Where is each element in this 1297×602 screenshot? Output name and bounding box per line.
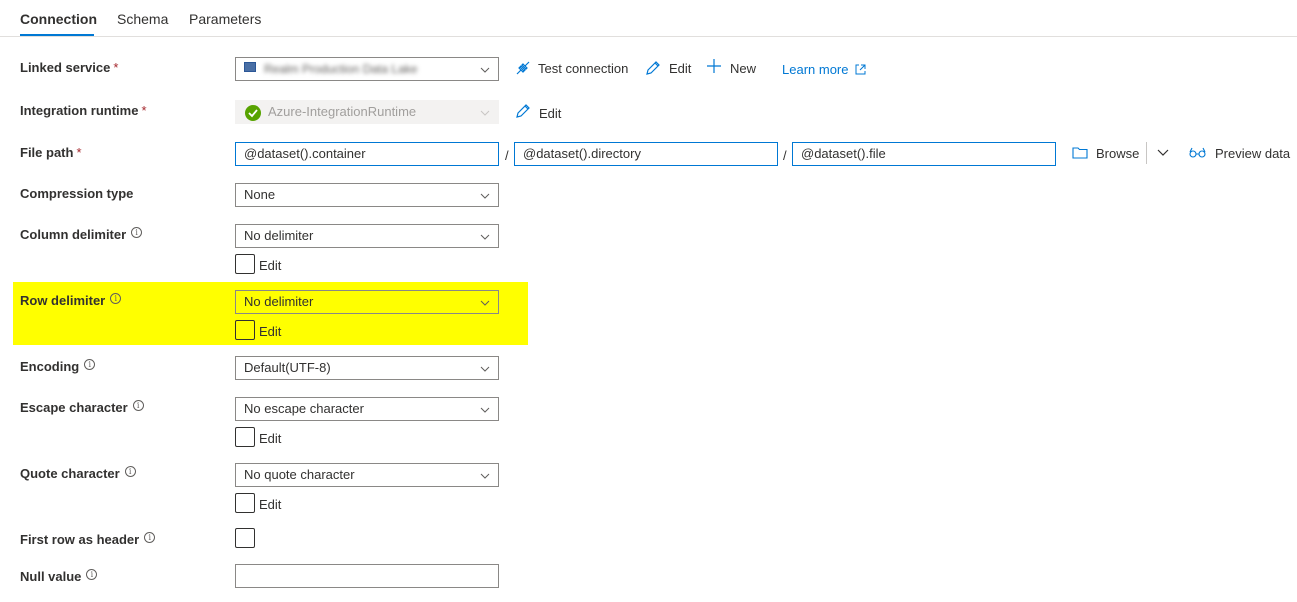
row-delimiter-edit-label: Edit bbox=[259, 324, 282, 339]
chevron-down-icon[interactable] bbox=[1157, 147, 1169, 159]
row-delimiter-edit-checkbox[interactable] bbox=[235, 320, 255, 340]
chevron-down-icon bbox=[480, 67, 490, 73]
check-circle-icon bbox=[245, 105, 261, 121]
learn-more-link[interactable]: Learn more bbox=[782, 62, 866, 77]
new-label: New bbox=[730, 61, 757, 76]
preview-data-button[interactable]: Preview data bbox=[1189, 146, 1290, 161]
folder-icon bbox=[1072, 147, 1088, 159]
info-icon[interactable]: i bbox=[132, 400, 144, 411]
file-path-file-input[interactable]: @dataset().file bbox=[792, 142, 1056, 166]
external-link-icon bbox=[855, 64, 866, 75]
edit-label: Edit bbox=[539, 106, 562, 121]
path-separator: / bbox=[783, 148, 787, 163]
browse-label: Browse bbox=[1096, 146, 1140, 161]
compression-type-select[interactable]: None bbox=[235, 183, 499, 207]
column-delimiter-edit-checkbox[interactable] bbox=[235, 254, 255, 274]
column-delimiter-label: Column delimiter i bbox=[20, 227, 143, 242]
tab-connection[interactable]: Connection bbox=[20, 11, 97, 27]
quote-character-edit-checkbox[interactable] bbox=[235, 493, 255, 513]
info-icon[interactable]: i bbox=[86, 569, 98, 580]
info-icon[interactable]: i bbox=[124, 466, 136, 477]
escape-character-edit-label: Edit bbox=[259, 431, 282, 446]
browse-divider bbox=[1146, 142, 1147, 164]
file-path-container-input[interactable]: @dataset().container bbox=[235, 142, 499, 166]
learn-more-label: Learn more bbox=[782, 62, 849, 77]
pencil-icon bbox=[516, 104, 530, 118]
plug-icon bbox=[516, 61, 530, 75]
quote-character-label: Quote character i bbox=[20, 466, 136, 481]
pencil-icon bbox=[646, 61, 660, 75]
escape-character-value: No escape character bbox=[244, 401, 364, 416]
encoding-select[interactable]: Default(UTF-8) bbox=[235, 356, 499, 380]
integration-runtime-select[interactable]: Azure-IntegrationRuntime bbox=[235, 100, 499, 124]
linked-service-select[interactable]: Realm Production Data Lake bbox=[235, 57, 499, 81]
new-linked-service-button[interactable]: New bbox=[707, 59, 757, 76]
chevron-down-icon bbox=[480, 234, 490, 240]
chevron-down-icon bbox=[480, 407, 490, 413]
encoding-value: Default(UTF-8) bbox=[244, 360, 331, 375]
info-icon[interactable]: i bbox=[144, 532, 156, 543]
datalake-icon bbox=[244, 62, 256, 72]
tab-parameters[interactable]: Parameters bbox=[189, 11, 261, 27]
chevron-down-icon bbox=[480, 110, 490, 116]
browse-button[interactable]: Browse bbox=[1072, 146, 1139, 161]
info-icon[interactable]: i bbox=[110, 293, 122, 304]
escape-character-label: Escape character i bbox=[20, 400, 144, 415]
compression-type-value: None bbox=[244, 187, 276, 202]
plus-icon bbox=[707, 59, 721, 73]
column-delimiter-edit-label: Edit bbox=[259, 258, 282, 273]
row-delimiter-label: Row delimiter i bbox=[20, 293, 122, 308]
linked-service-label: Linked service * bbox=[20, 60, 119, 75]
chevron-down-icon bbox=[480, 300, 490, 306]
linked-service-value: Realm Production Data Lake bbox=[264, 62, 418, 76]
row-delimiter-select[interactable]: No delimiter bbox=[235, 290, 499, 314]
info-icon[interactable]: i bbox=[131, 227, 143, 238]
quote-character-select[interactable]: No quote character bbox=[235, 463, 499, 487]
encoding-label: Encoding i bbox=[20, 359, 96, 374]
test-connection-button[interactable]: Test connection bbox=[515, 61, 628, 76]
first-row-header-checkbox[interactable] bbox=[235, 528, 255, 548]
escape-character-edit-checkbox[interactable] bbox=[235, 427, 255, 447]
chevron-down-icon bbox=[480, 473, 490, 479]
row-delimiter-value: No delimiter bbox=[244, 294, 314, 309]
test-connection-label: Test connection bbox=[538, 61, 629, 76]
chevron-down-icon bbox=[480, 193, 490, 199]
null-value-label: Null value i bbox=[20, 569, 98, 584]
chevron-down-icon bbox=[480, 366, 490, 372]
escape-character-select[interactable]: No escape character bbox=[235, 397, 499, 421]
tabs-divider bbox=[0, 36, 1297, 37]
integration-runtime-label: Integration runtime * bbox=[20, 103, 147, 118]
edit-runtime-button[interactable]: Edit bbox=[515, 104, 562, 121]
quote-character-edit-label: Edit bbox=[259, 497, 282, 512]
first-row-header-label: First row as header i bbox=[20, 532, 156, 547]
file-path-directory-input[interactable]: @dataset().directory bbox=[514, 142, 778, 166]
path-separator: / bbox=[505, 148, 509, 163]
glasses-icon bbox=[1189, 147, 1206, 158]
column-delimiter-value: No delimiter bbox=[244, 228, 314, 243]
quote-character-value: No quote character bbox=[244, 467, 355, 482]
compression-type-label: Compression type bbox=[20, 186, 134, 201]
tab-schema[interactable]: Schema bbox=[117, 11, 168, 27]
edit-label: Edit bbox=[669, 61, 692, 76]
file-path-label: File path * bbox=[20, 145, 82, 160]
integration-runtime-value: Azure-IntegrationRuntime bbox=[268, 104, 417, 119]
info-icon[interactable]: i bbox=[84, 359, 96, 370]
preview-data-label: Preview data bbox=[1215, 146, 1291, 161]
column-delimiter-select[interactable]: No delimiter bbox=[235, 224, 499, 248]
edit-linked-service-button[interactable]: Edit bbox=[645, 61, 691, 76]
null-value-input[interactable] bbox=[235, 564, 499, 588]
